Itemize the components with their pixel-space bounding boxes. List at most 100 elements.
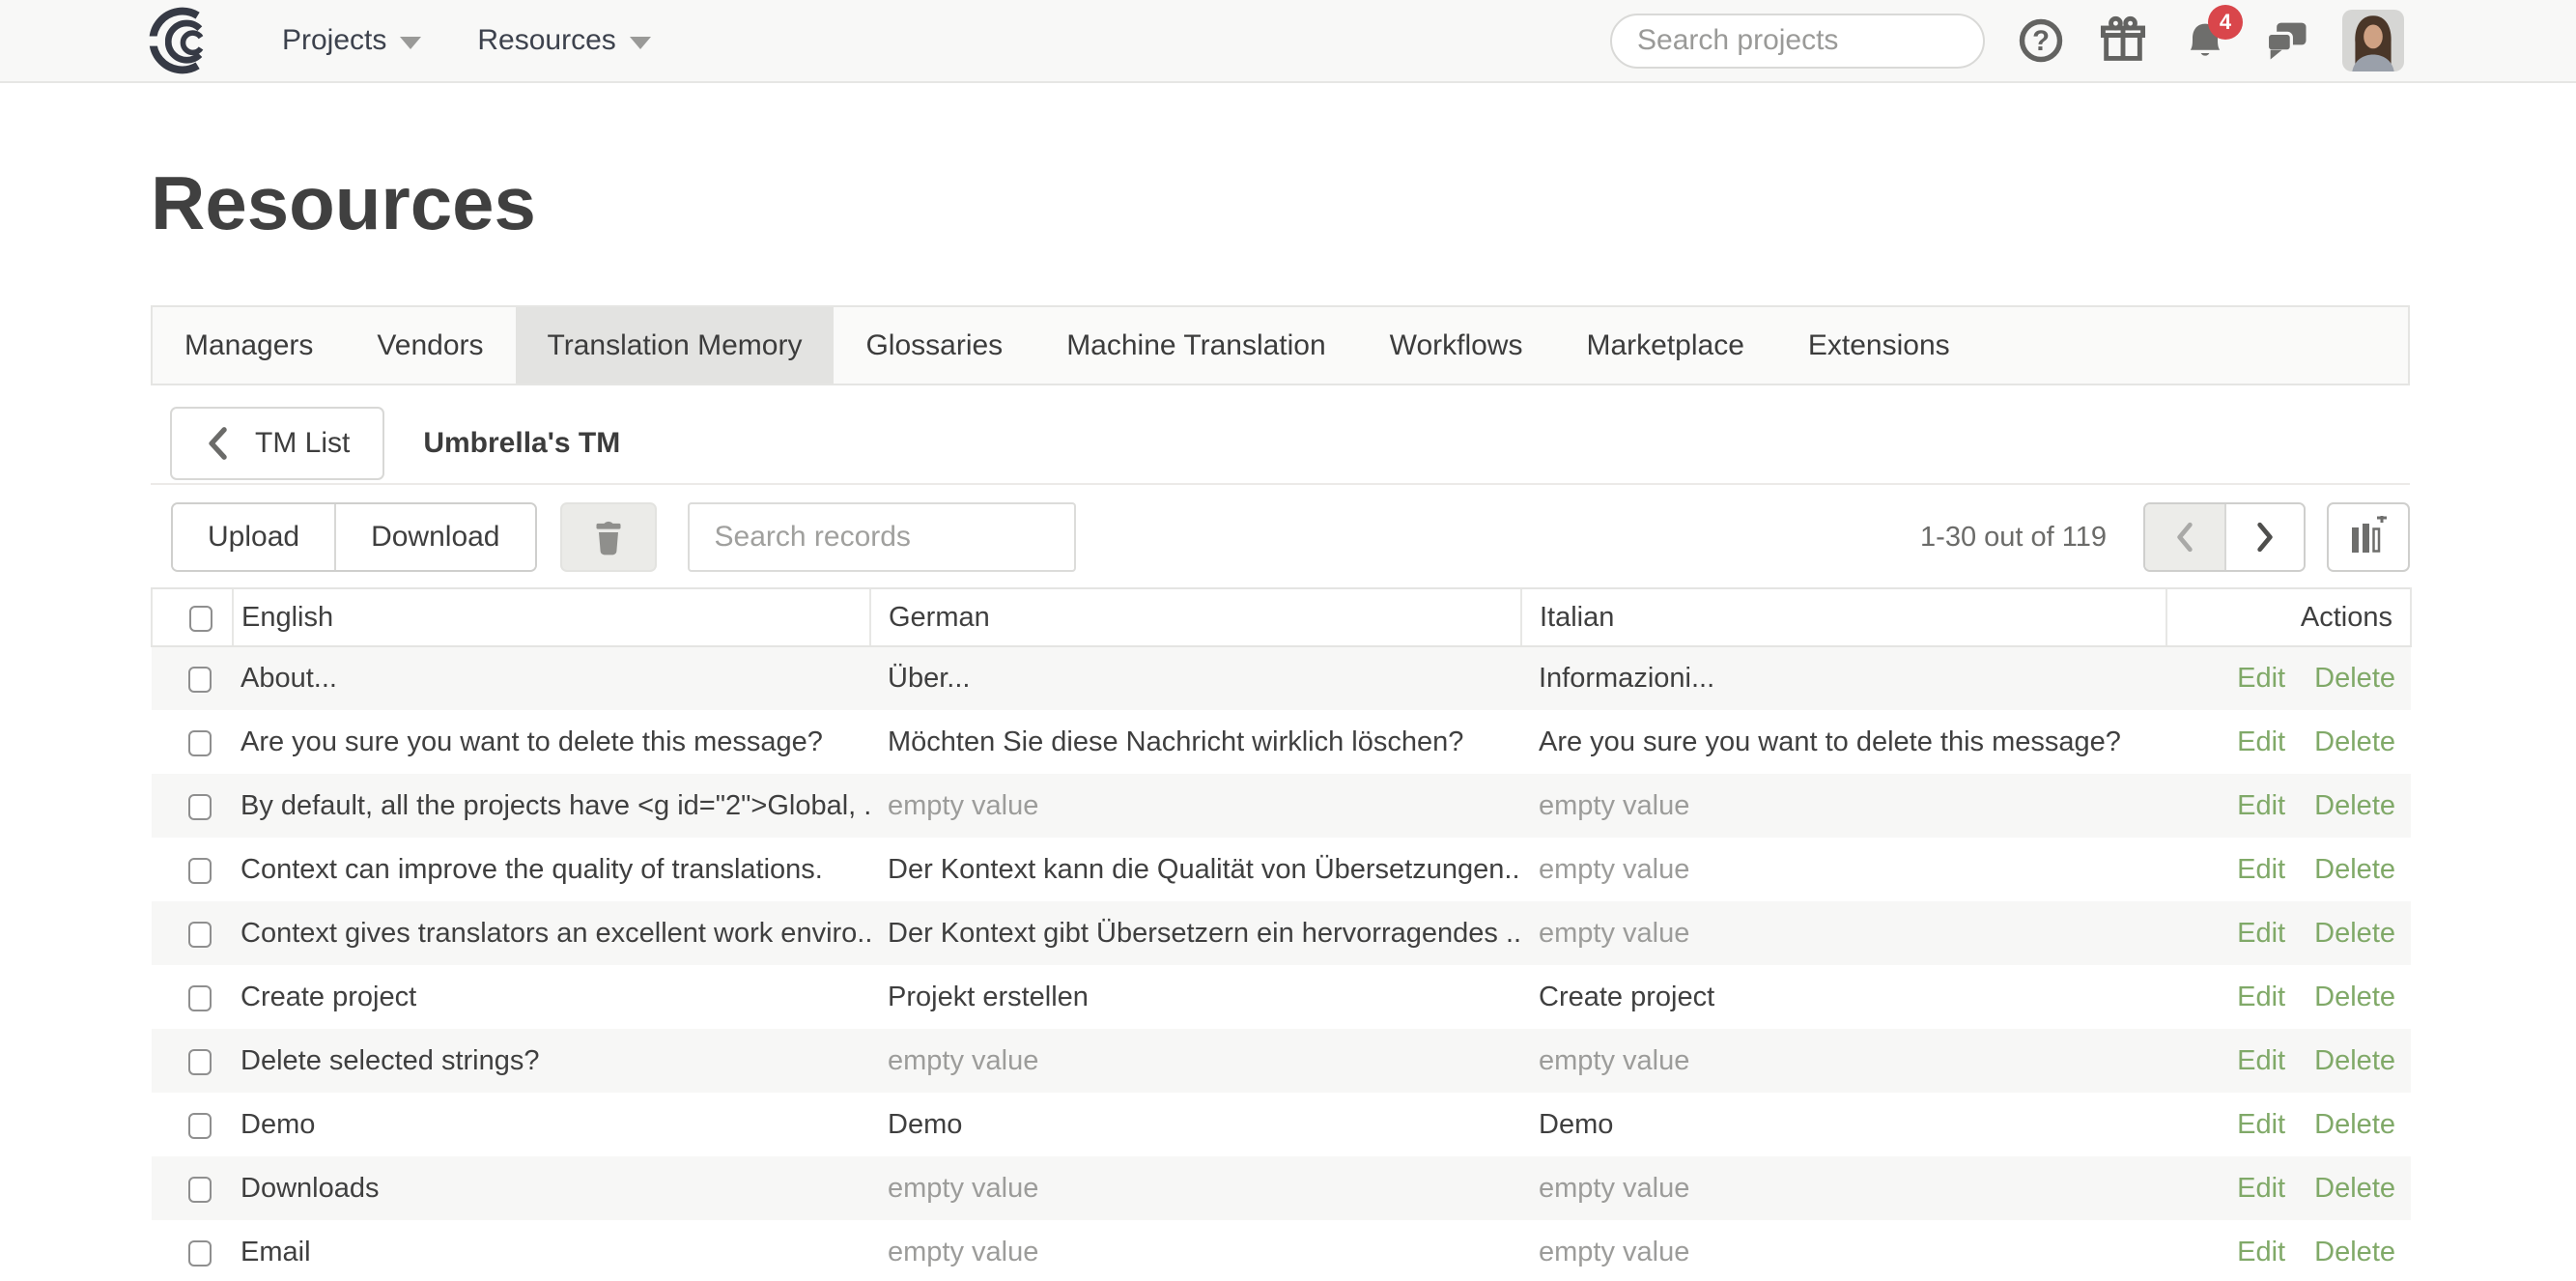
table-row: Create project Projekt erstellen Create … [152, 965, 2411, 1029]
delete-link[interactable]: Delete [2314, 1109, 2395, 1140]
edit-link[interactable]: Edit [2237, 918, 2285, 949]
row-checkbox[interactable] [188, 1240, 212, 1267]
chevron-down-icon [400, 37, 421, 49]
cell-english: Context can improve the quality of trans… [233, 838, 870, 901]
notifications-button[interactable]: 4 [2179, 14, 2231, 67]
next-page-button[interactable] [2224, 504, 2304, 570]
delete-link[interactable]: Delete [2314, 790, 2395, 821]
row-checkbox[interactable] [188, 1049, 212, 1075]
help-button[interactable]: ? [2015, 14, 2067, 67]
chevron-left-icon [2173, 521, 2196, 554]
edit-link[interactable]: Edit [2237, 1173, 2285, 1204]
app-logo[interactable] [149, 6, 218, 75]
row-checkbox[interactable] [188, 1113, 212, 1139]
logo-swirl-icon [149, 6, 218, 75]
avatar[interactable] [2342, 10, 2404, 71]
delete-link[interactable]: Delete [2314, 982, 2395, 1012]
search-records-input[interactable] [690, 521, 1074, 554]
edit-link[interactable]: Edit [2237, 854, 2285, 885]
table-row: Email empty value empty value Edit Delet… [152, 1220, 2411, 1281]
select-all-checkbox[interactable] [189, 606, 212, 632]
tab-marketplace[interactable]: Marketplace [1554, 307, 1775, 384]
row-checkbox[interactable] [188, 794, 212, 820]
row-checkbox[interactable] [188, 667, 212, 693]
cell-german: empty value [870, 1156, 1521, 1220]
page-title: Resources [151, 162, 2410, 243]
edit-link[interactable]: Edit [2237, 1045, 2285, 1076]
back-button-label: TM List [255, 427, 350, 460]
delete-link[interactable]: Delete [2314, 918, 2395, 949]
edit-link[interactable]: Edit [2237, 790, 2285, 821]
toolbar-right: 1-30 out of 119 [1920, 502, 2410, 572]
tab-glossaries[interactable]: Glossaries [834, 307, 1034, 384]
search-projects-input[interactable] [1637, 24, 2010, 57]
tab-managers[interactable]: Managers [153, 307, 345, 384]
delete-link[interactable]: Delete [2314, 1045, 2395, 1076]
tab-vendors[interactable]: Vendors [345, 307, 515, 384]
delete-link[interactable]: Delete [2314, 1173, 2395, 1204]
cell-english: Delete selected strings? [233, 1029, 870, 1093]
edit-link[interactable]: Edit [2237, 1109, 2285, 1140]
nav-resources-label: Resources [477, 24, 615, 57]
cell-italian: empty value [1521, 901, 2166, 965]
row-checkbox[interactable] [188, 858, 212, 884]
cell-italian: empty value [1521, 838, 2166, 901]
tm-name: Umbrella's TM [423, 427, 620, 460]
chevron-right-icon [2253, 521, 2277, 554]
cell-german: empty value [870, 1029, 1521, 1093]
cell-english: Are you sure you want to delete this mes… [233, 710, 870, 774]
delete-link[interactable]: Delete [2314, 1237, 2395, 1267]
upload-button[interactable]: Upload [173, 504, 334, 570]
column-header-italian: Italian [1521, 588, 2166, 646]
nav-item-resources[interactable]: Resources [477, 24, 650, 57]
cell-italian: Informazioni... [1521, 646, 2166, 710]
delete-link[interactable]: Delete [2314, 663, 2395, 694]
row-checkbox[interactable] [188, 1177, 212, 1203]
chevron-down-icon [630, 37, 651, 49]
cell-german: Über... [870, 646, 1521, 710]
back-to-tm-list-button[interactable]: TM List [170, 407, 384, 480]
download-button[interactable]: Download [334, 504, 534, 570]
cell-german: Der Kontext kann die Qualität von Überse… [870, 838, 1521, 901]
records-range: 1-30 out of 119 [1920, 522, 2107, 554]
tm-records-table: English German Italian Actions About... … [151, 587, 2412, 1281]
cell-german: Der Kontext gibt Übersetzern ein hervorr… [870, 901, 1521, 965]
gift-icon [2098, 15, 2148, 66]
svg-text:?: ? [2032, 26, 2050, 57]
cell-italian: Create project [1521, 965, 2166, 1029]
column-header-english: English [233, 588, 870, 646]
delete-selected-button[interactable] [560, 502, 657, 572]
cell-italian: empty value [1521, 1220, 2166, 1281]
table-body: About... Über... Informazioni... Edit De… [152, 646, 2411, 1281]
cell-italian: Are you sure you want to delete this mes… [1521, 710, 2166, 774]
section-divider [151, 483, 2410, 485]
cell-english: Demo [233, 1093, 870, 1156]
gifts-button[interactable] [2097, 14, 2149, 67]
delete-link[interactable]: Delete [2314, 854, 2395, 885]
cell-english: Email [233, 1220, 870, 1281]
tab-translation-memory[interactable]: Translation Memory [516, 307, 835, 384]
cell-english: Create project [233, 965, 870, 1029]
edit-link[interactable]: Edit [2237, 1237, 2285, 1267]
edit-link[interactable]: Edit [2237, 982, 2285, 1012]
prev-page-button[interactable] [2145, 504, 2224, 570]
row-checkbox[interactable] [188, 985, 212, 1011]
tab-machine-translation[interactable]: Machine Translation [1034, 307, 1357, 384]
edit-link[interactable]: Edit [2237, 663, 2285, 694]
records-toolbar: Upload Download 1-30 out of 119 [151, 502, 2410, 572]
table-row: Downloads empty value empty value Edit D… [152, 1156, 2411, 1220]
column-header-actions: Actions [2166, 588, 2411, 646]
cell-german: Projekt erstellen [870, 965, 1521, 1029]
tab-extensions[interactable]: Extensions [1776, 307, 1982, 384]
notification-badge: 4 [2208, 5, 2243, 40]
row-checkbox[interactable] [188, 730, 212, 756]
edit-link[interactable]: Edit [2237, 726, 2285, 757]
manage-columns-button[interactable] [2327, 502, 2410, 572]
cell-english: About... [233, 646, 870, 710]
messages-button[interactable] [2261, 14, 2313, 67]
tab-workflows[interactable]: Workflows [1358, 307, 1555, 384]
trash-icon [589, 516, 628, 558]
nav-item-projects[interactable]: Projects [282, 24, 421, 57]
row-checkbox[interactable] [188, 922, 212, 948]
delete-link[interactable]: Delete [2314, 726, 2395, 757]
